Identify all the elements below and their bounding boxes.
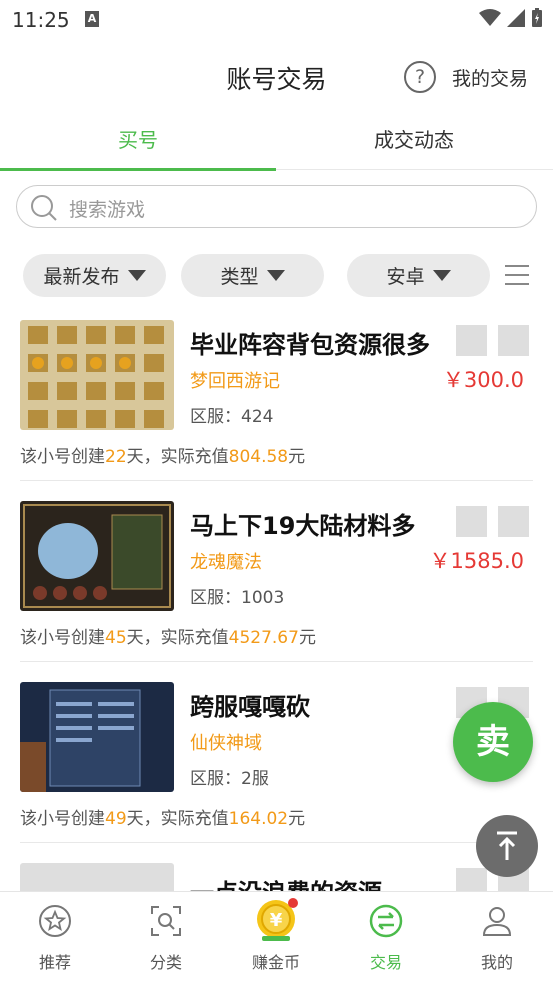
nav-category[interactable]: 分类: [111, 892, 221, 984]
tab-bar: 买号 成交动态: [0, 112, 553, 171]
nav-label: 交易: [369, 953, 402, 972]
listing-item[interactable]: 毕业阵容背包资源很多 梦回西游记 区服：424 ￥300.0 该小号创建22天，…: [0, 320, 553, 502]
filter-platform[interactable]: 安卓: [347, 254, 490, 297]
filter-sort[interactable]: 最新发布: [23, 254, 166, 297]
listing-title: 马上下19大陆材料多: [190, 512, 416, 540]
tab-label: 成交动态: [374, 128, 454, 152]
nav-recommend[interactable]: 推荐: [0, 892, 110, 984]
nav-label: 赚金币: [251, 953, 300, 972]
divider: [20, 661, 533, 662]
filter-type[interactable]: 类型: [181, 254, 324, 297]
placeholder-image: [456, 506, 487, 537]
nav-label: 我的: [480, 953, 513, 972]
listing-description: 该小号创建22天，实际充值804.58元: [20, 447, 306, 467]
tab-label: 买号: [118, 128, 158, 152]
status-time: 11:25: [12, 8, 70, 32]
listing-price: ￥300.0: [442, 368, 524, 392]
help-icon[interactable]: ?: [404, 61, 436, 93]
star-circle-icon: [39, 905, 71, 937]
listing-thumbnail: [20, 501, 174, 611]
filter-label: 最新发布: [43, 266, 120, 288]
placeholder-image: [498, 506, 529, 537]
listing-game: 梦回西游记: [190, 371, 280, 392]
list-view-icon[interactable]: [505, 265, 529, 287]
listing-description: 该小号创建49天，实际充值164.02元: [20, 809, 306, 829]
divider: [20, 480, 533, 481]
listing-server: 区服：2服: [190, 769, 269, 789]
listing-item[interactable]: 马上下19大陆材料多 龙魂魔法 区服：1003 ￥1585.0 该小号创建45天…: [0, 501, 553, 683]
status-bar: 11:25 A: [0, 0, 553, 40]
listing-server: 区服：1003: [190, 588, 285, 608]
wifi-icon: [479, 9, 501, 26]
listing-title: 毕业阵容背包资源很多: [190, 331, 430, 359]
tab-buy-account[interactable]: 买号: [0, 112, 276, 171]
notification-icon: A: [85, 11, 99, 27]
search-icon: [31, 195, 57, 221]
system-icons: [479, 8, 543, 28]
my-trades-link[interactable]: 我的交易: [452, 64, 528, 91]
listing-price: ￥1585.0: [429, 549, 524, 573]
listing-item[interactable]: 一点没浪费的资源，: [0, 863, 553, 891]
nav-earn-coins[interactable]: ¥ 赚金币: [221, 892, 331, 984]
listing-game: 仙侠神域: [190, 733, 262, 754]
listing-thumbnail: [20, 320, 174, 430]
tab-deal-activity[interactable]: 成交动态: [276, 112, 552, 170]
signal-icon: [507, 9, 525, 27]
filter-bar: 最新发布 类型 安卓: [0, 254, 553, 298]
search-input[interactable]: 搜索游戏: [16, 185, 537, 228]
divider: [20, 842, 533, 843]
filter-label: 安卓: [386, 266, 425, 288]
active-tab-indicator: [0, 168, 276, 171]
arrow-up-icon: [497, 831, 517, 860]
app-header: 账号交易 ? 我的交易: [0, 40, 553, 112]
nav-label: 分类: [149, 953, 182, 972]
category-scan-icon: [151, 906, 181, 936]
dropdown-arrow-icon: [432, 270, 451, 281]
placeholder-image: [498, 325, 529, 356]
dropdown-arrow-icon: [266, 270, 285, 281]
battery-icon: [532, 8, 542, 27]
listing-thumbnail: [20, 863, 174, 891]
dropdown-arrow-icon: [127, 270, 146, 281]
svg-text:¥: ¥: [270, 910, 283, 931]
bottom-navigation: 推荐 分类 ¥ 赚金币 交易 我的: [0, 891, 553, 983]
nav-trade[interactable]: 交易: [331, 892, 441, 984]
nav-me[interactable]: 我的: [442, 892, 552, 984]
user-icon: [482, 907, 512, 936]
listing-game: 龙魂魔法: [190, 552, 262, 573]
listing-title: 跨服嘎嘎砍: [190, 693, 310, 721]
nav-label: 推荐: [38, 953, 71, 972]
exchange-icon: [369, 904, 403, 938]
listing-server: 区服：424: [190, 407, 274, 427]
placeholder-image: [456, 325, 487, 356]
listing-description: 该小号创建45天，实际充值4527.67元: [20, 628, 316, 648]
filter-label: 类型: [220, 266, 259, 288]
search-placeholder: 搜索游戏: [69, 199, 146, 221]
sell-button[interactable]: 卖: [453, 702, 533, 782]
scroll-to-top-button[interactable]: [476, 815, 538, 877]
listing-title: 一点没浪费的资源，: [190, 873, 406, 891]
listing-thumbnail: [20, 682, 174, 792]
coin-icon: ¥: [257, 898, 298, 941]
